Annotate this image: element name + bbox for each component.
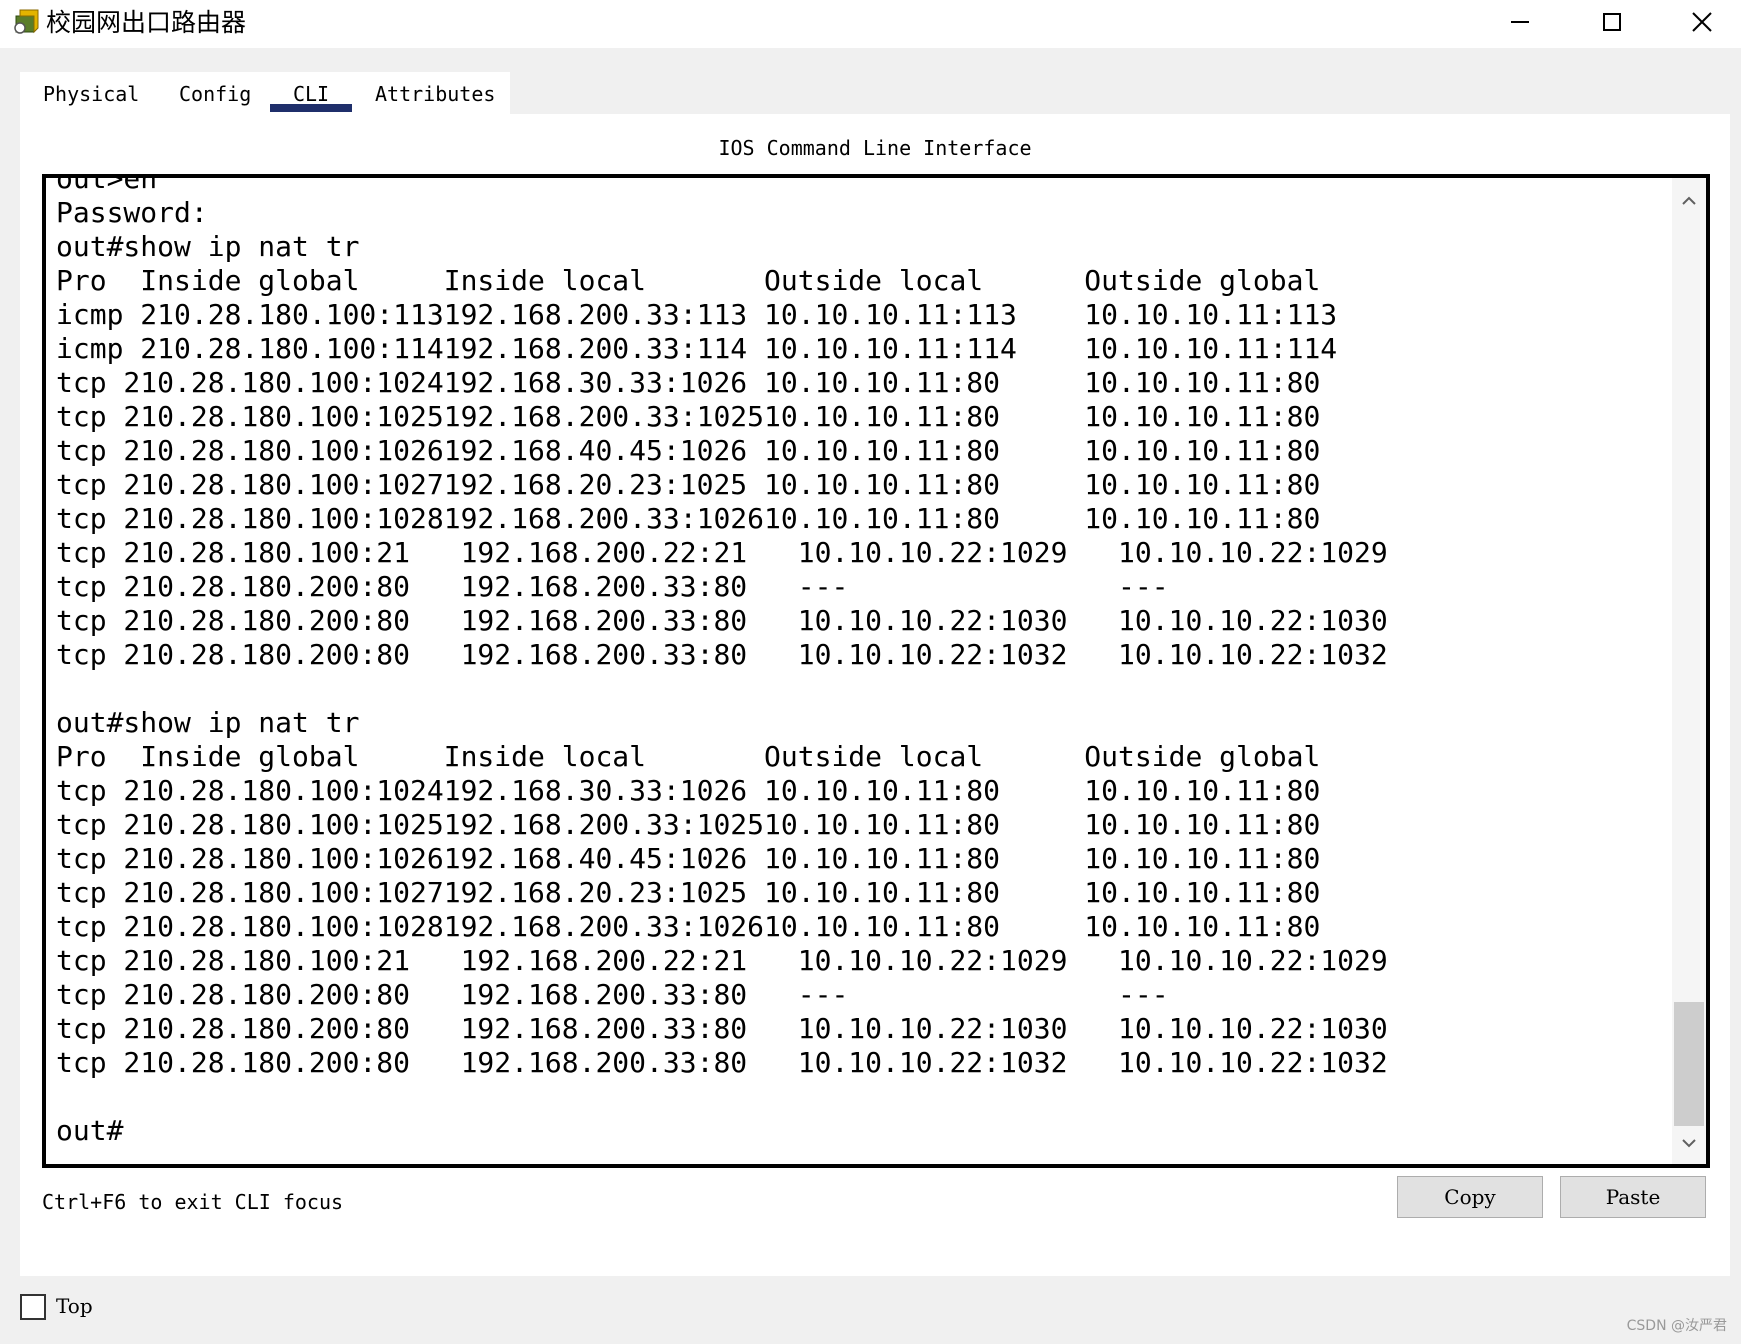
paste-button[interactable]: Paste [1560, 1176, 1706, 1218]
close-icon [1692, 12, 1712, 32]
terminal-line: out#show ip nat tr [56, 230, 360, 263]
terminal-line: Pro Inside global Inside local Outside l… [56, 740, 1321, 773]
terminal-line: tcp 210.28.180.100:1027192.168.20.23:102… [56, 876, 1321, 909]
top-checkbox-label: Top [56, 1294, 93, 1318]
terminal-line: tcp 210.28.180.100:1024192.168.30.33:102… [56, 366, 1321, 399]
terminal-line: tcp 210.28.180.100:1025192.168.200.33:10… [56, 400, 1321, 433]
terminal-line: out# [56, 1114, 124, 1147]
terminal-line: icmp 210.28.180.100:114192.168.200.33:11… [56, 332, 1338, 365]
terminal-line: tcp 210.28.180.200:80 192.168.200.33:80 … [56, 1012, 1388, 1045]
maximize-icon [1603, 13, 1621, 31]
terminal-line: out>en [56, 174, 158, 195]
terminal-line: Pro Inside global Inside local Outside l… [56, 264, 1321, 297]
terminal-line: tcp 210.28.180.100:1025192.168.200.33:10… [56, 808, 1321, 841]
terminal-line: tcp 210.28.180.100:1028192.168.200.33:10… [56, 502, 1321, 535]
tab-attributes[interactable]: Attributes [375, 80, 495, 110]
tab-config[interactable]: Config [179, 80, 251, 110]
top-checkbox[interactable] [20, 1294, 46, 1320]
terminal-line: tcp 210.28.180.200:80 192.168.200.33:80 … [56, 604, 1388, 637]
active-tab-indicator [270, 104, 352, 112]
terminal-line: tcp 210.28.180.100:1026192.168.40.45:102… [56, 842, 1321, 875]
minimize-button[interactable] [1480, 0, 1560, 44]
scroll-up-button[interactable] [1672, 184, 1706, 218]
terminal-line: tcp 210.28.180.100:21 192.168.200.22:21 … [56, 944, 1388, 977]
terminal-line: tcp 210.28.180.100:1024192.168.30.33:102… [56, 774, 1321, 807]
chevron-up-icon [1682, 196, 1696, 205]
terminal-line: tcp 210.28.180.200:80 192.168.200.33:80 … [56, 1046, 1388, 1079]
scroll-down-button[interactable] [1672, 1126, 1706, 1160]
terminal-line: tcp 210.28.180.100:1027192.168.20.23:102… [56, 468, 1321, 501]
title-bar: 校园网出口路由器 [0, 0, 1741, 48]
maximize-button[interactable] [1572, 0, 1652, 44]
router-app-icon [12, 6, 42, 38]
cli-heading: IOS Command Line Interface [718, 136, 1032, 160]
terminal-output: out>en Password: out#show ip nat tr Pro Ins… [56, 174, 1388, 1148]
terminal-scrollbar[interactable] [1672, 178, 1706, 1164]
copy-button[interactable]: Copy [1397, 1176, 1543, 1218]
terminal-line: tcp 210.28.180.100:21 192.168.200.22:21 … [56, 536, 1388, 569]
terminal-line: tcp 210.28.180.100:1028192.168.200.33:10… [56, 910, 1321, 943]
close-button[interactable] [1662, 0, 1741, 44]
cli-terminal[interactable]: out>en Password: out#show ip nat tr Pro Ins… [42, 174, 1710, 1168]
chevron-down-icon [1682, 1139, 1696, 1148]
window-title: 校园网出口路由器 [46, 8, 247, 37]
scroll-thumb[interactable] [1674, 1002, 1704, 1126]
watermark: CSDN @汝严君 [1626, 1318, 1727, 1334]
terminal-line: tcp 210.28.180.200:80 192.168.200.33:80 … [56, 638, 1388, 671]
cli-panel: IOS Command Line Interface out>en Passwor… [20, 114, 1730, 1276]
cli-focus-hint: Ctrl+F6 to exit CLI focus [42, 1190, 344, 1214]
terminal-line: Password: [56, 196, 208, 229]
tab-physical[interactable]: Physical [43, 80, 139, 110]
terminal-line: tcp 210.28.180.200:80 192.168.200.33:80 … [56, 570, 1169, 603]
terminal-line: tcp 210.28.180.100:1026192.168.40.45:102… [56, 434, 1321, 467]
terminal-line: out#show ip nat tr [56, 706, 360, 739]
tab-strip: Physical Config CLI Attributes [20, 72, 510, 114]
minimize-icon [1511, 21, 1529, 23]
terminal-line: tcp 210.28.180.200:80 192.168.200.33:80 … [56, 978, 1169, 1011]
terminal-line: icmp 210.28.180.100:113192.168.200.33:11… [56, 298, 1338, 331]
